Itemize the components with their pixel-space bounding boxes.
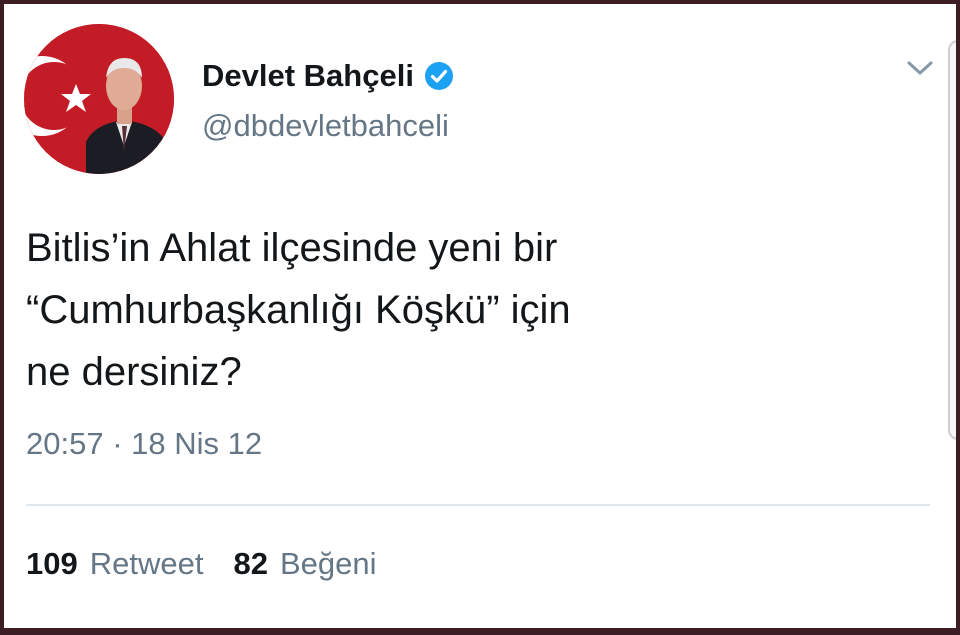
chevron-down-icon[interactable] bbox=[900, 48, 940, 88]
tweet-text-line: ne dersiniz? bbox=[26, 350, 242, 394]
retweets-stat[interactable]: 109 Retweet bbox=[26, 546, 203, 582]
likes-count: 82 bbox=[233, 546, 268, 581]
scrollbar[interactable] bbox=[948, 40, 956, 440]
avatar[interactable] bbox=[24, 24, 174, 174]
tweet-timestamp[interactable]: 20:57 · 18 Nis 12 bbox=[26, 426, 262, 462]
divider bbox=[26, 504, 930, 506]
tweet-card: Devlet Bahçeli @dbdevletbahceli Bitlis’i… bbox=[4, 4, 956, 628]
tweet-text: Bitlis’in Ahlat ilçesinde yeni bir “Cumh… bbox=[26, 217, 886, 403]
retweets-label: Retweet bbox=[89, 546, 204, 581]
tweet-text-line: “Cumhurbaşkanlığı Köşkü” için bbox=[26, 288, 571, 332]
author-handle[interactable]: @dbdevletbahceli bbox=[202, 108, 449, 144]
retweets-count: 109 bbox=[26, 546, 78, 581]
verified-badge-icon bbox=[424, 61, 454, 91]
likes-stat[interactable]: 82 Beğeni bbox=[233, 546, 376, 582]
tweet-text-line: Bitlis’in Ahlat ilçesinde yeni bir bbox=[26, 226, 558, 270]
likes-label: Beğeni bbox=[279, 546, 377, 581]
author-display-name[interactable]: Devlet Bahçeli bbox=[202, 58, 414, 94]
avatar-image bbox=[24, 24, 174, 174]
tweet-stats: 109 Retweet 82 Beğeni bbox=[26, 546, 376, 582]
author-name-row: Devlet Bahçeli bbox=[202, 56, 454, 96]
